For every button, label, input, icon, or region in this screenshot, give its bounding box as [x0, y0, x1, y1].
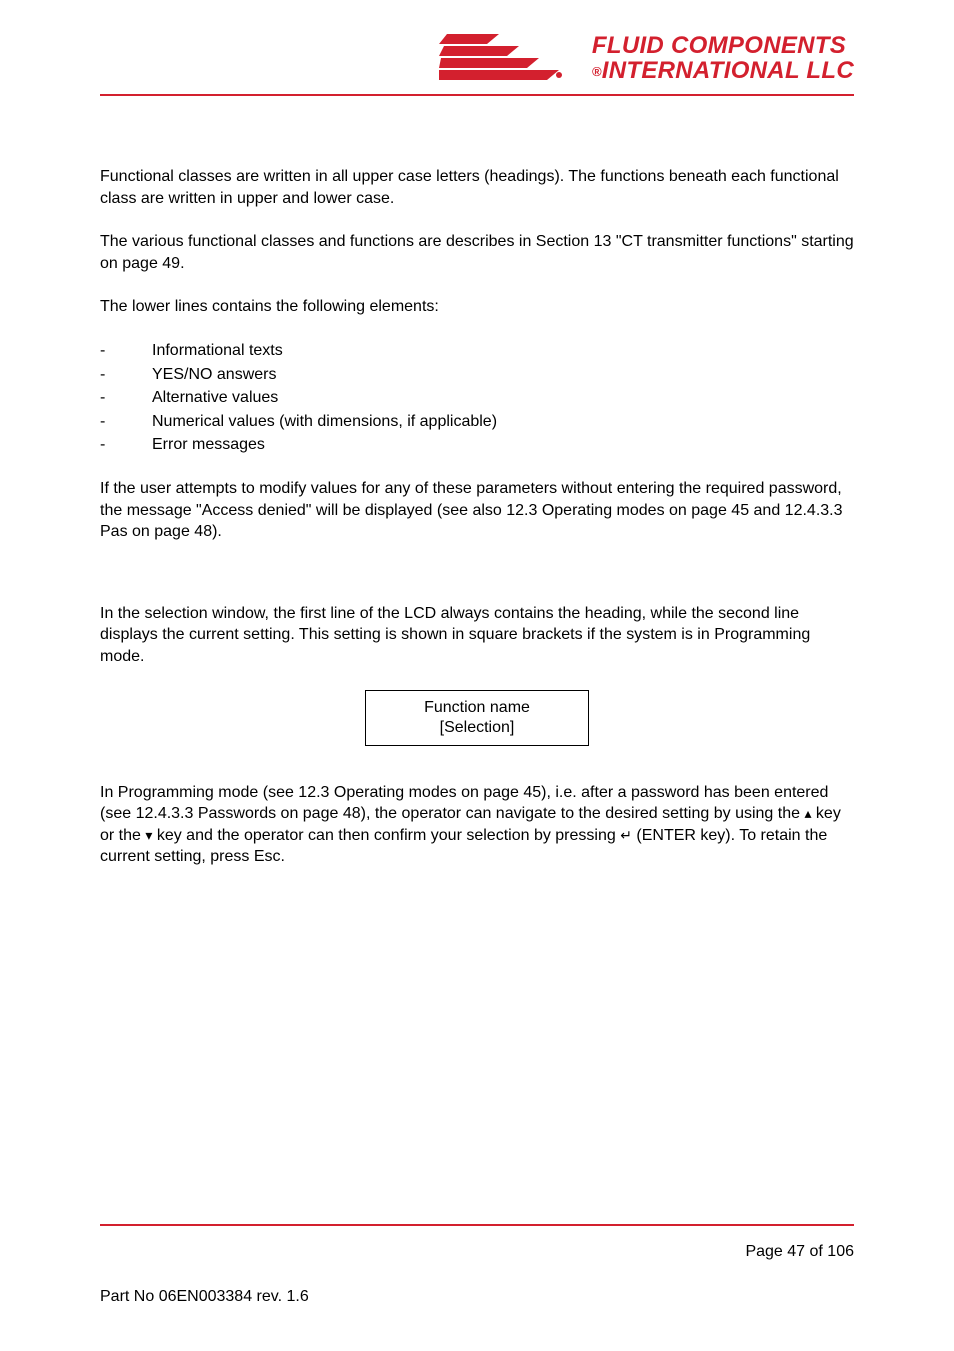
list-item: -Error messages — [100, 434, 854, 456]
paragraph-4: If the user attempts to modify values fo… — [100, 478, 854, 543]
list-item-text: Numerical values (with dimensions, if ap… — [152, 411, 497, 433]
part-number: Part No 06EN003384 rev. 1.6 — [100, 1288, 309, 1306]
paragraph-6: In Programming mode (see 12.3 Operating … — [100, 782, 854, 868]
list-item-text: Error messages — [152, 434, 265, 456]
element-list: -Informational texts -YES/NO answers -Al… — [100, 340, 854, 456]
brand-line-2: ®INTERNATIONAL LLC — [592, 58, 854, 83]
paragraph-1: Functional classes are written in all up… — [100, 166, 854, 209]
fci-logo-icon — [439, 30, 584, 86]
page-container: FLUID COMPONENTS ®INTERNATIONAL LLC Func… — [0, 0, 954, 1351]
p6-part-a: In Programming mode (see 12.3 Operating … — [100, 784, 828, 823]
lcd-line-1: Function name — [372, 699, 582, 717]
paragraph-5: In the selection window, the first line … — [100, 603, 854, 668]
list-item: -Numerical values (with dimensions, if a… — [100, 411, 854, 433]
bullet-dash: - — [100, 387, 152, 409]
page-number: Page 47 of 106 — [745, 1243, 854, 1261]
lcd-line-2: [Selection] — [372, 719, 582, 737]
bullet-dash: - — [100, 340, 152, 362]
list-item: -Alternative values — [100, 387, 854, 409]
brand-line-2-text: INTERNATIONAL LLC — [602, 57, 854, 84]
list-item: -YES/NO answers — [100, 364, 854, 386]
footer-divider — [100, 1224, 854, 1226]
p6-part-c: key and the operator can then confirm yo… — [152, 827, 620, 844]
list-item: -Informational texts — [100, 340, 854, 362]
list-item-text: Informational texts — [152, 340, 283, 362]
logo-text: FLUID COMPONENTS ®INTERNATIONAL LLC — [592, 33, 854, 83]
brand-line-1: FLUID COMPONENTS — [592, 33, 854, 58]
logo: FLUID COMPONENTS ®INTERNATIONAL LLC — [439, 30, 854, 86]
list-item-text: Alternative values — [152, 387, 278, 409]
enter-icon: ↵ — [620, 826, 632, 845]
paragraph-3: The lower lines contains the following e… — [100, 296, 854, 318]
registered-symbol: ® — [592, 64, 602, 79]
paragraph-2: The various functional classes and funct… — [100, 231, 854, 274]
bullet-dash: - — [100, 434, 152, 456]
bullet-dash: - — [100, 411, 152, 433]
header: FLUID COMPONENTS ®INTERNATIONAL LLC — [100, 30, 854, 96]
bullet-dash: - — [100, 364, 152, 386]
list-item-text: YES/NO answers — [152, 364, 276, 386]
lcd-box: Function name [Selection] — [365, 690, 589, 746]
